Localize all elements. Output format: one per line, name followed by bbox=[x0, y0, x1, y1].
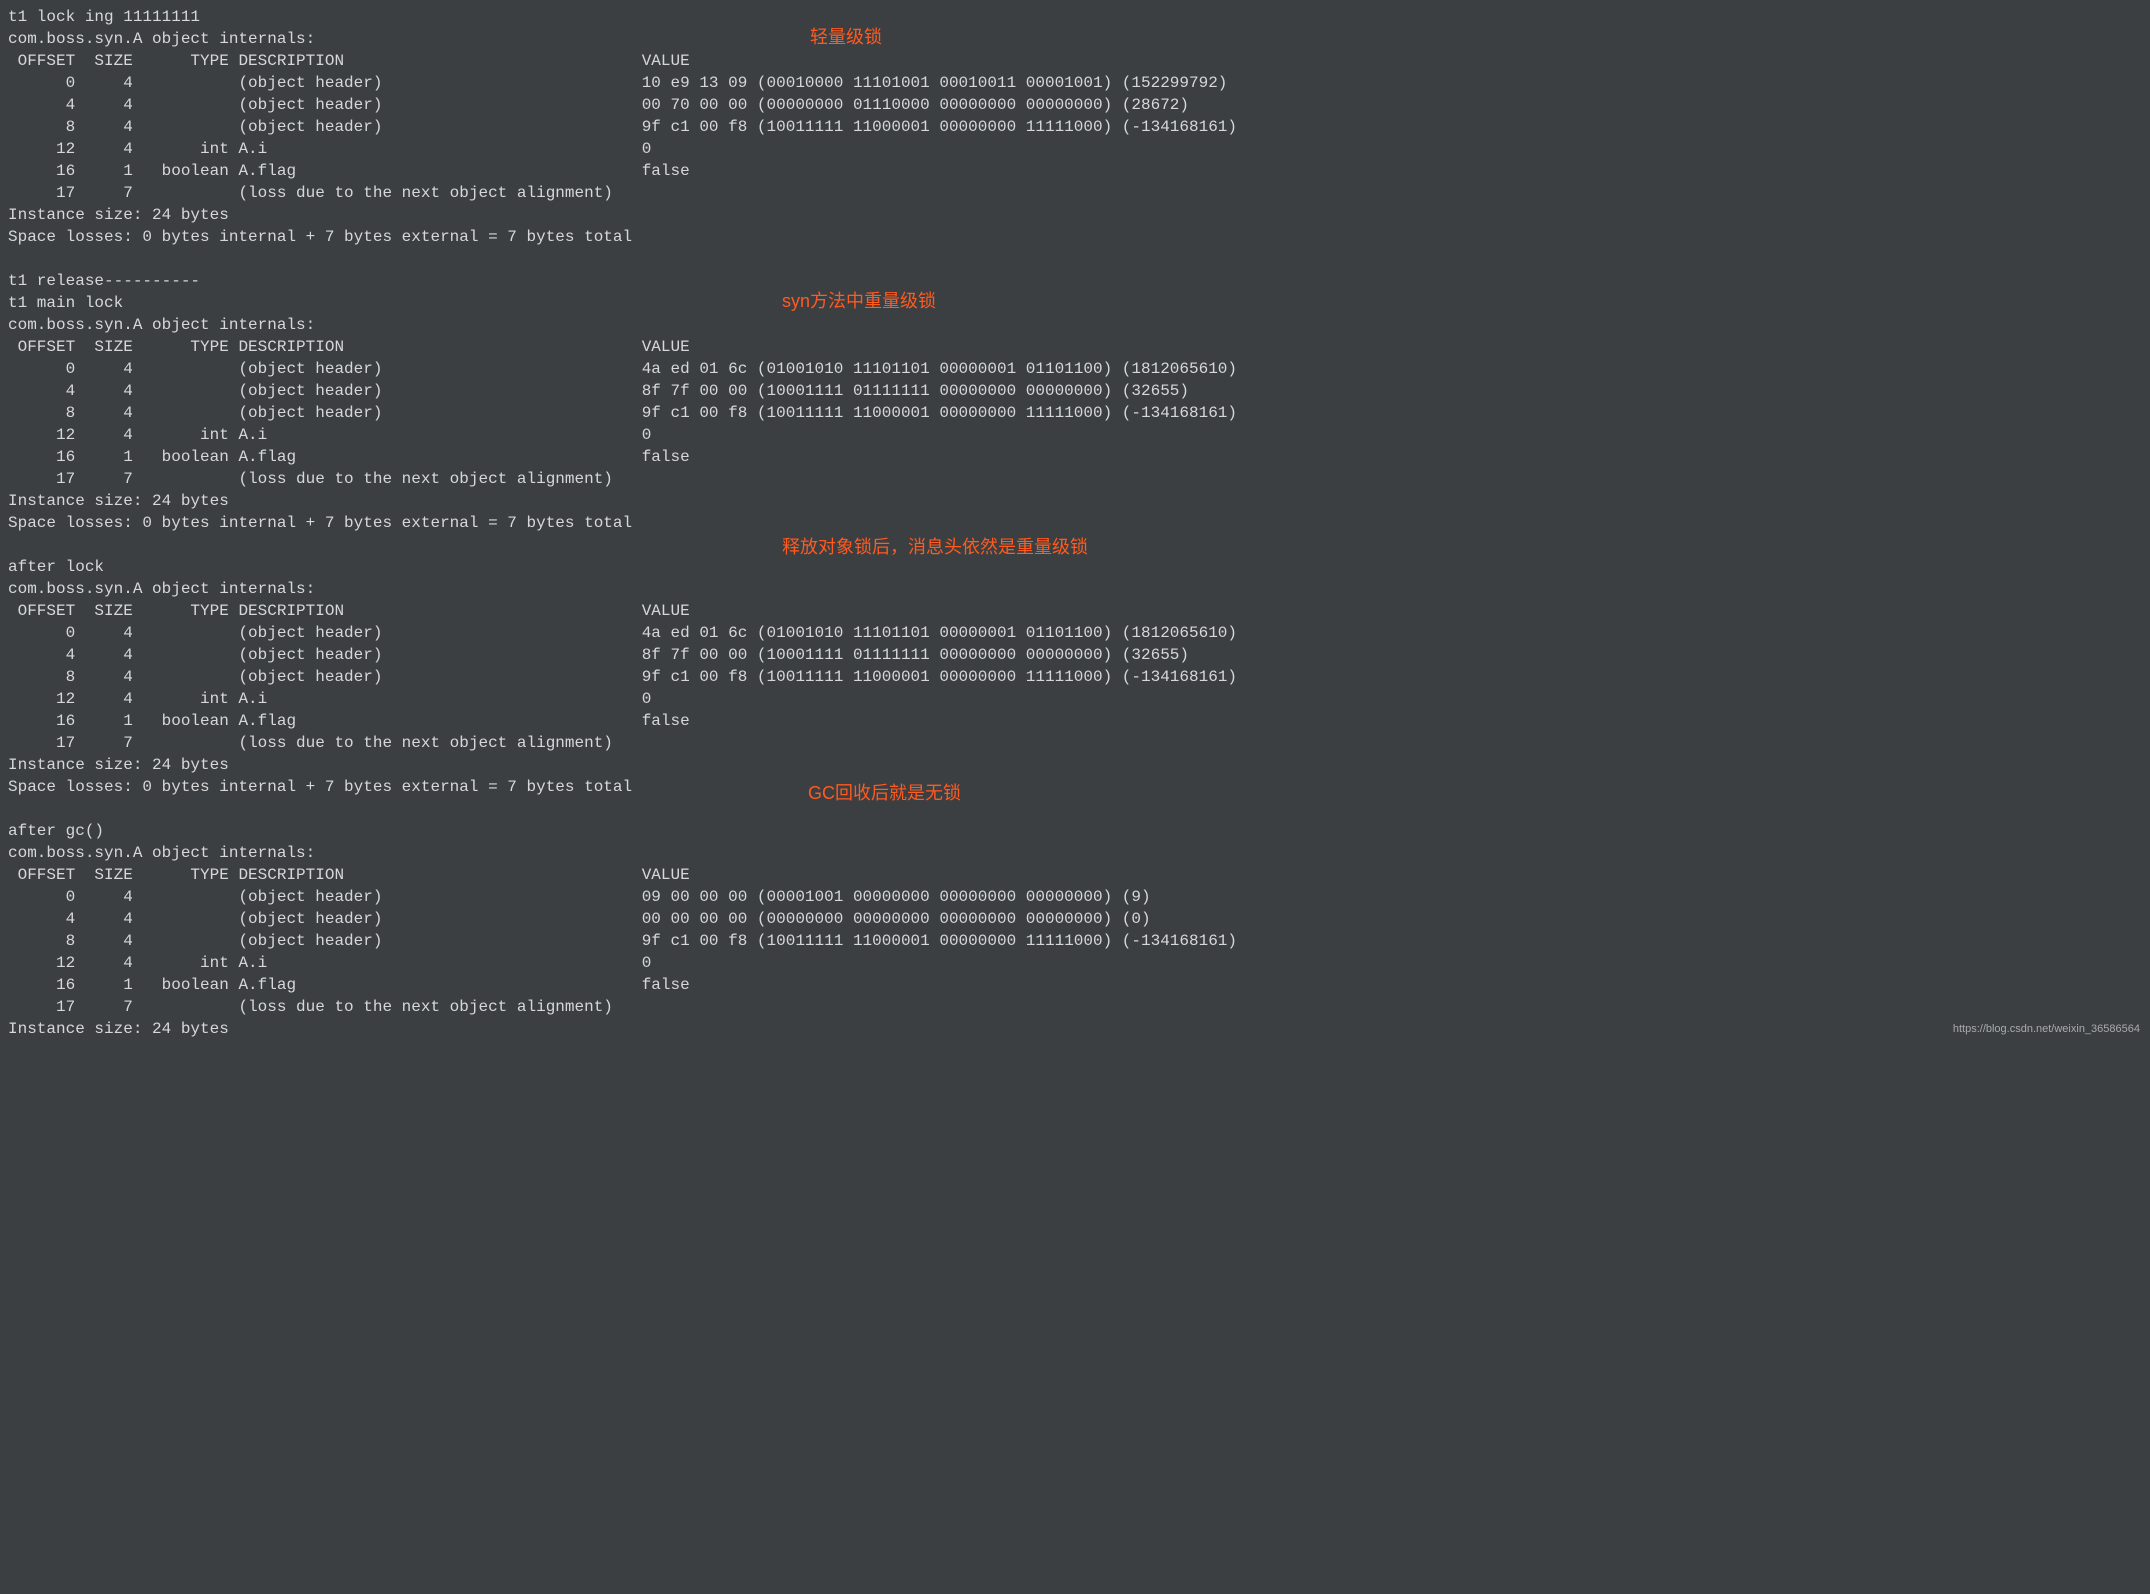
field-row: 16 1 boolean A.flag false bbox=[8, 710, 2142, 732]
internals-line: com.boss.syn.A object internals: bbox=[8, 842, 2142, 864]
object-header-row: 4 4 (object header) 8f 7f 00 00 (1000111… bbox=[8, 644, 2142, 666]
object-header-row: 0 4 (object header) 09 00 00 00 (0000100… bbox=[8, 886, 2142, 908]
blank-line bbox=[8, 798, 2142, 820]
object-header-row: 0 4 (object header) 4a ed 01 6c (0100101… bbox=[8, 622, 2142, 644]
field-row: 12 4 int A.i 0 bbox=[8, 688, 2142, 710]
annotation: 释放对象锁后，消息头依然是重量级锁 bbox=[782, 536, 1088, 558]
header-line: OFFSET SIZE TYPE DESCRIPTION VALUE bbox=[8, 336, 2142, 358]
loss-row: 17 7 (loss due to the next object alignm… bbox=[8, 996, 2142, 1018]
pre-line: t1 main lock bbox=[8, 292, 2142, 314]
loss-row: 17 7 (loss due to the next object alignm… bbox=[8, 182, 2142, 204]
field-row: 16 1 boolean A.flag false bbox=[8, 446, 2142, 468]
header-line: OFFSET SIZE TYPE DESCRIPTION VALUE bbox=[8, 600, 2142, 622]
annotation: syn方法中重量级锁 bbox=[782, 290, 936, 312]
watermark: https://blog.csdn.net/weixin_36586564 bbox=[1953, 1018, 2140, 1040]
field-row: 12 4 int A.i 0 bbox=[8, 138, 2142, 160]
header-line: OFFSET SIZE TYPE DESCRIPTION VALUE bbox=[8, 50, 2142, 72]
pre-line: t1 release---------- bbox=[8, 270, 2142, 292]
blank-line bbox=[8, 248, 2142, 270]
object-header-row: 4 4 (object header) 8f 7f 00 00 (1000111… bbox=[8, 380, 2142, 402]
internals-line: com.boss.syn.A object internals: bbox=[8, 578, 2142, 600]
instance-size: Instance size: 24 bytes bbox=[8, 490, 2142, 512]
object-header-row: 4 4 (object header) 00 00 00 00 (0000000… bbox=[8, 908, 2142, 930]
field-row: 16 1 boolean A.flag false bbox=[8, 160, 2142, 182]
object-header-row: 4 4 (object header) 00 70 00 00 (0000000… bbox=[8, 94, 2142, 116]
instance-size: Instance size: 24 bytes bbox=[8, 754, 2142, 776]
object-header-row: 8 4 (object header) 9f c1 00 f8 (1001111… bbox=[8, 930, 2142, 952]
space-losses: Space losses: 0 bytes internal + 7 bytes… bbox=[8, 776, 2142, 798]
field-row: 12 4 int A.i 0 bbox=[8, 424, 2142, 446]
pre-line: after gc() bbox=[8, 820, 2142, 842]
object-header-row: 8 4 (object header) 9f c1 00 f8 (1001111… bbox=[8, 666, 2142, 688]
field-row: 16 1 boolean A.flag false bbox=[8, 974, 2142, 996]
object-header-row: 0 4 (object header) 4a ed 01 6c (0100101… bbox=[8, 358, 2142, 380]
object-header-row: 0 4 (object header) 10 e9 13 09 (0001000… bbox=[8, 72, 2142, 94]
header-line: OFFSET SIZE TYPE DESCRIPTION VALUE bbox=[8, 864, 2142, 886]
loss-row: 17 7 (loss due to the next object alignm… bbox=[8, 468, 2142, 490]
pre-line: after lock bbox=[8, 556, 2142, 578]
internals-line: com.boss.syn.A object internals: bbox=[8, 314, 2142, 336]
space-losses: Space losses: 0 bytes internal + 7 bytes… bbox=[8, 512, 2142, 534]
terminal-output: t1 lock ing 11111111com.boss.syn.A objec… bbox=[0, 0, 2150, 1046]
object-header-row: 8 4 (object header) 9f c1 00 f8 (1001111… bbox=[8, 116, 2142, 138]
instance-size: Instance size: 24 bytes bbox=[8, 1018, 2142, 1040]
internals-line: com.boss.syn.A object internals: bbox=[8, 28, 2142, 50]
annotation: GC回收后就是无锁 bbox=[808, 782, 961, 804]
loss-row: 17 7 (loss due to the next object alignm… bbox=[8, 732, 2142, 754]
field-row: 12 4 int A.i 0 bbox=[8, 952, 2142, 974]
annotation: 轻量级锁 bbox=[810, 26, 882, 48]
instance-size: Instance size: 24 bytes bbox=[8, 204, 2142, 226]
space-losses: Space losses: 0 bytes internal + 7 bytes… bbox=[8, 226, 2142, 248]
object-header-row: 8 4 (object header) 9f c1 00 f8 (1001111… bbox=[8, 402, 2142, 424]
pre-line: t1 lock ing 11111111 bbox=[8, 6, 2142, 28]
